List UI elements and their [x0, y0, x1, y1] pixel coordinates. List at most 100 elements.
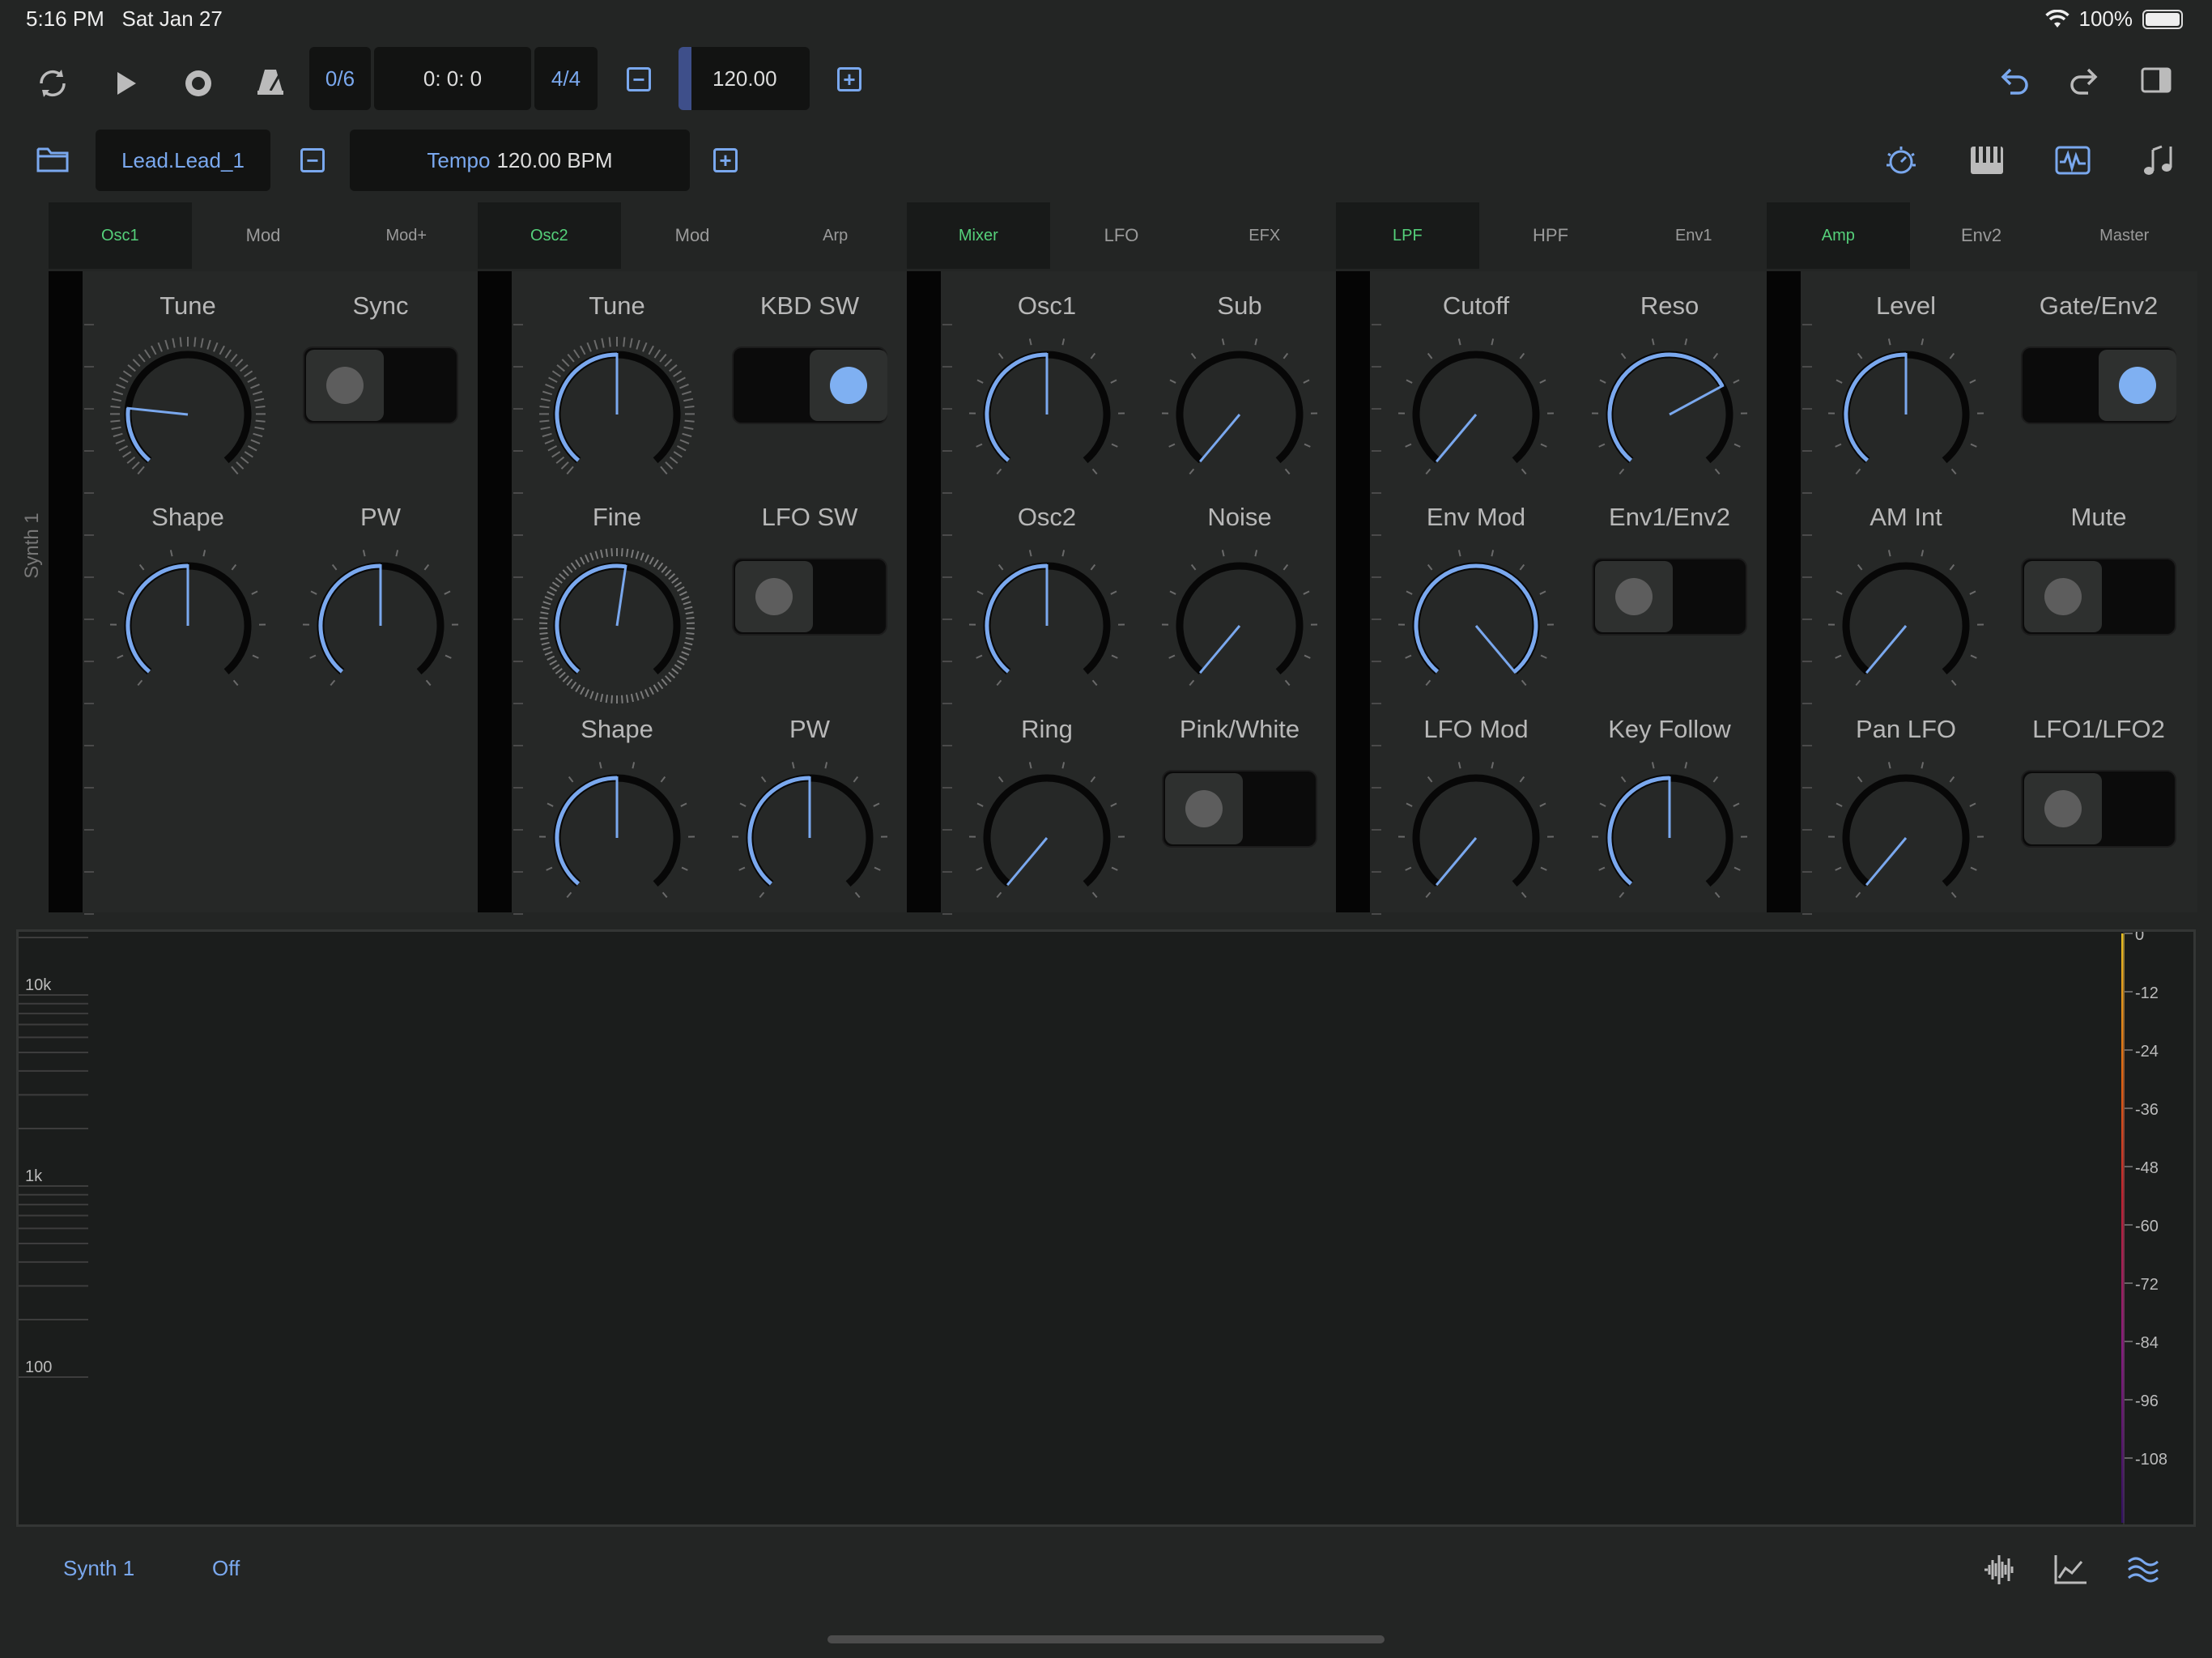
- pw-knob[interactable]: [300, 545, 462, 691]
- settings-dial-icon[interactable]: [1882, 141, 1921, 180]
- knob-value-arc: [985, 563, 1048, 674]
- osc1-knob[interactable]: [966, 334, 1128, 479]
- control-label: Pink/White: [1179, 715, 1300, 743]
- tab-arp-5[interactable]: Arp: [764, 202, 907, 269]
- sidebar-toggle-icon[interactable]: [2136, 60, 2176, 100]
- tab-lpf-9[interactable]: LPF: [1336, 202, 1479, 269]
- play-icon[interactable]: [105, 63, 146, 104]
- tab-env2-13[interactable]: Env2: [1910, 202, 2053, 269]
- waveform-icon[interactable]: [1979, 1550, 2019, 1590]
- undo-icon[interactable]: [1993, 60, 2034, 100]
- knob-tick: [562, 675, 569, 682]
- track-state[interactable]: Off: [212, 1556, 240, 1581]
- toggle-indicator: [755, 578, 793, 615]
- level-knob[interactable]: [1825, 334, 1987, 479]
- knob-tick: [551, 370, 561, 377]
- tab-mod-2[interactable]: Mod+: [334, 202, 478, 269]
- time-signature[interactable]: 4/4: [534, 47, 598, 110]
- strip-tick: [1372, 408, 1381, 410]
- metronome-icon[interactable]: [249, 62, 291, 104]
- knob-tick: [1303, 379, 1310, 384]
- ring-knob[interactable]: [966, 757, 1128, 903]
- sync-toggle[interactable]: [303, 346, 458, 424]
- tab-master-14[interactable]: Master: [2052, 202, 2196, 269]
- knob-tick: [674, 664, 683, 670]
- gate-env2-toggle[interactable]: [2021, 346, 2176, 424]
- tempo-increase-button[interactable]: +: [837, 67, 861, 91]
- lfo1-lfo2-toggle[interactable]: [2021, 770, 2176, 848]
- knob-tick: [445, 654, 452, 659]
- kbd-sw-toggle[interactable]: [732, 346, 887, 424]
- piano-keyboard-icon[interactable]: [1967, 141, 2006, 180]
- tab-osc2-3[interactable]: Osc2: [478, 202, 621, 269]
- am-int-knob[interactable]: [1825, 545, 1987, 691]
- shape-knob[interactable]: [107, 545, 269, 691]
- knob-tick: [570, 681, 577, 690]
- spectrogram-icon[interactable]: [2123, 1550, 2163, 1590]
- strip-tick: [513, 534, 523, 536]
- env1-env2-toggle[interactable]: [1592, 558, 1747, 636]
- tab-amp-12[interactable]: Amp: [1767, 202, 1910, 269]
- knob-tick: [1169, 379, 1176, 384]
- knob-tick: [605, 548, 609, 557]
- knob-tick: [681, 596, 690, 601]
- redo-icon[interactable]: [2065, 60, 2105, 100]
- knob-tick: [164, 339, 169, 350]
- tab-mod-1[interactable]: Mod: [192, 202, 335, 269]
- knob-tick: [1169, 590, 1176, 595]
- knob-tick: [1855, 468, 1861, 475]
- track-name[interactable]: Synth 1: [63, 1556, 134, 1581]
- pw-knob[interactable]: [729, 757, 891, 903]
- knob-tick: [998, 563, 1004, 571]
- knob-tick: [1712, 776, 1719, 783]
- pan-lfo-knob[interactable]: [1825, 757, 1987, 903]
- knob-tick: [1733, 443, 1741, 448]
- status-bar: 5:16 PM Sat Jan 27 100%: [0, 0, 2212, 40]
- music-notes-icon[interactable]: [2139, 141, 2178, 180]
- env-mod-knob[interactable]: [1395, 545, 1557, 691]
- knob-tick: [549, 660, 558, 665]
- tempo-decrease-button[interactable]: −: [627, 67, 651, 91]
- tab-mixer-6[interactable]: Mixer: [907, 202, 1050, 269]
- pink-white-toggle[interactable]: [1162, 770, 1317, 848]
- tab-osc1-0[interactable]: Osc1: [49, 202, 192, 269]
- knob-tick: [425, 679, 432, 687]
- knob-tick: [853, 776, 859, 783]
- fine-knob[interactable]: [536, 545, 698, 704]
- key-follow-knob[interactable]: [1589, 757, 1750, 903]
- knob-tick: [1425, 468, 1431, 475]
- lfo-mod-knob[interactable]: [1395, 757, 1557, 903]
- tab-env1-11[interactable]: Env1: [1622, 202, 1765, 269]
- folder-icon[interactable]: [34, 141, 71, 178]
- loop-icon[interactable]: [32, 63, 73, 104]
- sub-knob[interactable]: [1159, 334, 1321, 479]
- tune-knob[interactable]: [107, 334, 269, 479]
- line-graph-icon[interactable]: [2050, 1550, 2091, 1590]
- lfo-sw-toggle[interactable]: [732, 558, 887, 636]
- tab-mod-4[interactable]: Mod: [621, 202, 764, 269]
- knob-tick: [996, 891, 1002, 899]
- cutoff-knob[interactable]: [1395, 334, 1557, 479]
- knob-tick: [567, 353, 575, 363]
- pattern-counter[interactable]: 0/6: [309, 47, 371, 110]
- knob-tick: [1835, 866, 1842, 871]
- strip-tick: [942, 534, 952, 536]
- preset-name[interactable]: Lead.Lead_1: [96, 130, 270, 191]
- tab-hpf-10[interactable]: HPF: [1479, 202, 1623, 269]
- knob-tick: [671, 668, 679, 674]
- knob-tick: [1283, 563, 1289, 571]
- tab-efx-8[interactable]: EFX: [1193, 202, 1336, 269]
- tune-knob[interactable]: [536, 334, 698, 479]
- record-icon[interactable]: [178, 63, 219, 104]
- preset-previous-button[interactable]: −: [300, 148, 325, 172]
- noise-knob[interactable]: [1159, 545, 1321, 691]
- preset-next-button[interactable]: +: [713, 148, 738, 172]
- shape-knob[interactable]: [536, 757, 698, 903]
- waveform-monitor-icon[interactable]: [2053, 141, 2092, 180]
- mute-toggle[interactable]: [2021, 558, 2176, 636]
- tab-lfo-7[interactable]: LFO: [1050, 202, 1193, 269]
- strip-tick: [513, 450, 523, 452]
- osc2-knob[interactable]: [966, 545, 1128, 691]
- tempo-field[interactable]: 120.00: [678, 47, 810, 110]
- reso-knob[interactable]: [1589, 334, 1750, 479]
